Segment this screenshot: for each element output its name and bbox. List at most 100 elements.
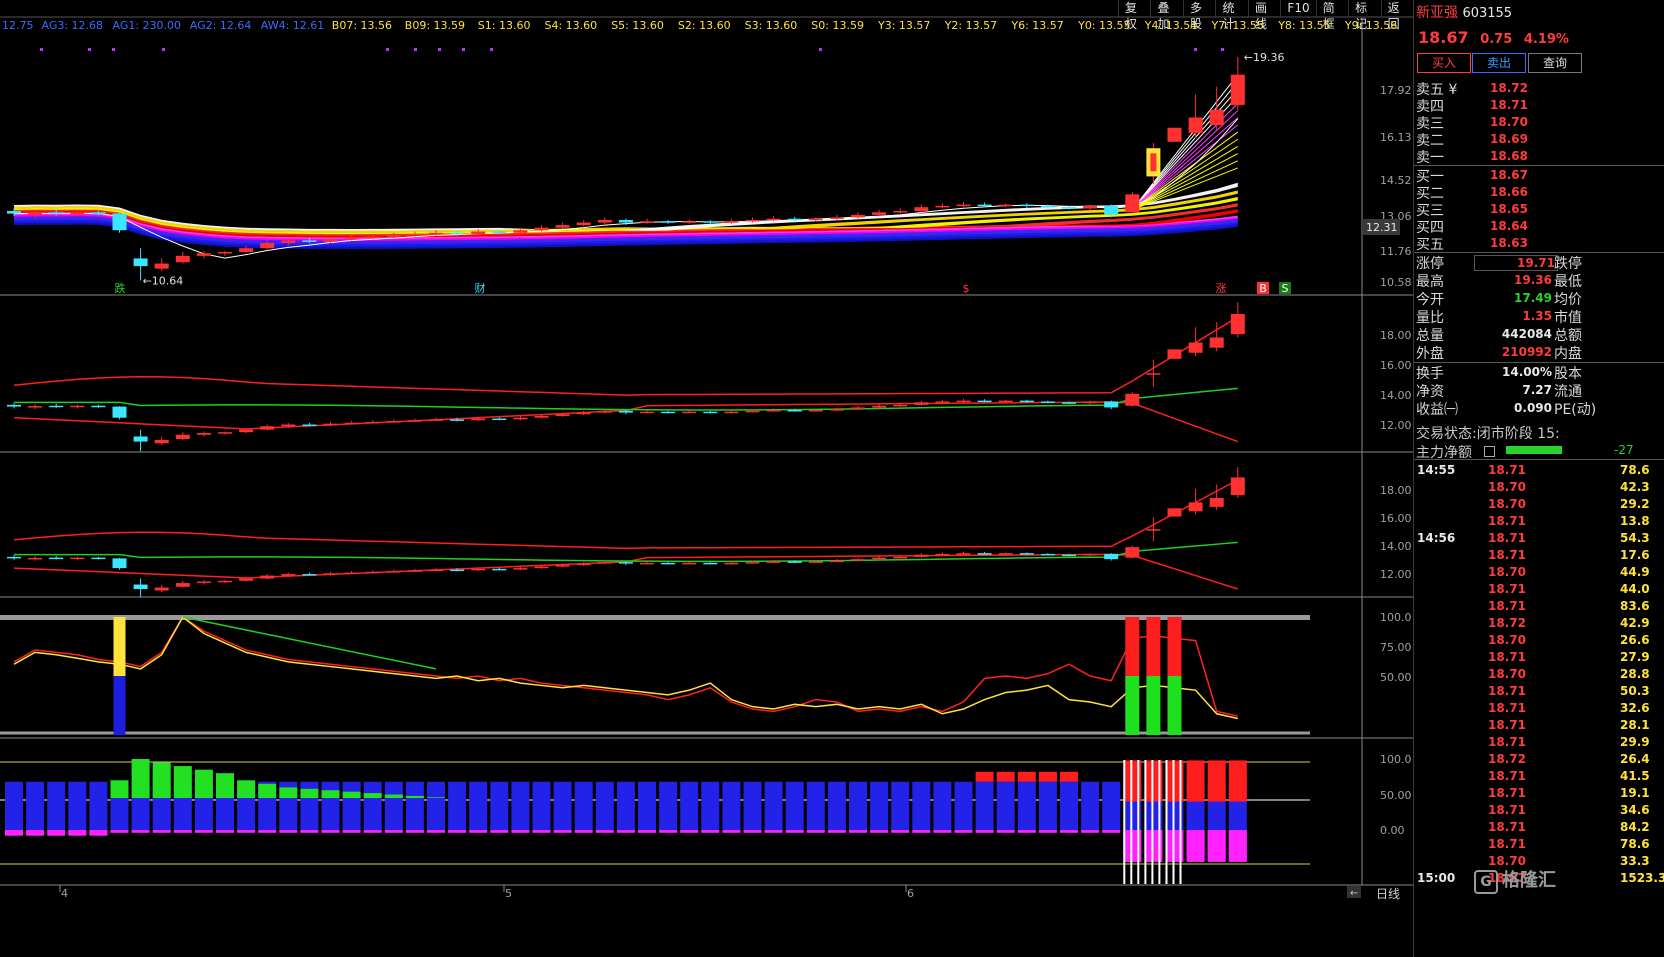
kline-chart[interactable]: ←19.36←10.64跌财 $ 涨 B S17.9216.1314.5213.0611… [0, 0, 1413, 957]
osc-bar-bottom [113, 676, 126, 735]
p5-red-bar [1060, 771, 1078, 782]
tick-volume: 19.1 [1620, 786, 1650, 800]
main-candle-body [7, 211, 21, 214]
p3-candle-body [576, 563, 591, 566]
p5-green-bar [342, 791, 361, 799]
p5-blue-bar [5, 781, 23, 830]
p5-blue-bar [384, 781, 403, 830]
p5-magenta-bar [131, 830, 150, 833]
signal-marker: $ [963, 282, 970, 295]
p2-candle-body [28, 406, 43, 408]
quote-sidebar: 新亚强 603155 18.67 0.75 4.19% 买入 卖出 查询 卖五 … [1413, 0, 1664, 957]
signal-marker: S [1282, 282, 1289, 295]
p5-green-bar [427, 797, 445, 799]
buy-button[interactable]: 买入 [1417, 53, 1471, 73]
watermark: G 格隆汇 [1474, 866, 1556, 894]
main-force-value: -27 [1614, 443, 1634, 457]
toolbar-item[interactable]: F10 [1280, 0, 1315, 17]
p2-candle-body [471, 418, 486, 421]
p5-blue-bar [363, 781, 382, 830]
toolbar-item[interactable]: 标记 [1348, 0, 1380, 31]
stat-value: 442084 [1501, 327, 1552, 341]
query-button[interactable]: 查询 [1528, 53, 1582, 73]
divider [1414, 459, 1664, 460]
divider [1414, 362, 1664, 363]
main-candle-body [239, 248, 254, 253]
p2-candle-body [429, 419, 443, 421]
main-candle-body [682, 221, 697, 223]
p5-blue-bar [1038, 781, 1057, 830]
bid-price[interactable]: 18.63 [1490, 236, 1528, 250]
y-tick-main: 16.13 [1380, 131, 1412, 144]
p5-y-tick: 100.0 [1380, 753, 1412, 766]
sell-button[interactable]: 卖出 [1472, 53, 1526, 73]
p5-blue-bar [1102, 781, 1121, 830]
p2-candle-body [1188, 342, 1203, 353]
osc-signal-bar-bottom [1146, 676, 1161, 735]
p5-magenta-bar [173, 830, 192, 833]
divider [1414, 252, 1664, 253]
chart-area[interactable]: ←19.36 ←10.64 跌财 $ 涨 B S 17.92 16.13 14.52 13.06 11… [0, 0, 1413, 957]
expand-icon[interactable] [1484, 446, 1495, 457]
tick-price: 18.72 [1488, 752, 1526, 766]
limit-up-candle-core [1150, 153, 1157, 172]
p2-candle-body [218, 432, 232, 434]
stat-label-2: 总额 [1554, 328, 1582, 344]
p2-candle-body [1230, 314, 1245, 335]
p5-blue-bar [1081, 781, 1100, 830]
p2-candle-body [1083, 401, 1098, 404]
toolbar-item[interactable]: 复权 [1118, 0, 1150, 31]
p3-candle-body [555, 565, 570, 567]
p2-candle-body [407, 420, 422, 422]
main-candle-body [977, 204, 992, 207]
p5-magenta-bar [448, 830, 467, 833]
x-tick-month: 4 [61, 887, 68, 900]
ask-price[interactable]: 18.70 [1490, 115, 1528, 129]
ask-price[interactable]: 18.71 [1490, 98, 1528, 112]
p2-candle-body [682, 411, 697, 414]
indicator-value: S5: 13.60 [611, 19, 664, 32]
ask-price[interactable]: 18.72 [1490, 81, 1528, 95]
signal-dot [1194, 48, 1197, 51]
p5-signal-magenta [1186, 830, 1205, 862]
toolbar-item[interactable]: 返回 [1380, 0, 1413, 31]
bid-price[interactable]: 18.67 [1490, 168, 1528, 182]
p3-candle-body [640, 562, 654, 565]
indicator-value: AW4: 12.61 [260, 19, 325, 32]
ask-price[interactable]: 18.69 [1490, 132, 1528, 146]
p5-magenta-bar [384, 830, 403, 833]
main-candle-body [302, 240, 317, 242]
p3-candle-body [260, 575, 275, 579]
p5-signal-red [1186, 760, 1205, 802]
p5-blue-bar [511, 781, 530, 830]
p2-candle-body [534, 415, 549, 418]
main-candle-body [724, 221, 739, 223]
p3-candle-body [808, 561, 823, 563]
toolbar-item[interactable]: 简框 [1315, 0, 1348, 31]
tick-volume: 41.5 [1620, 769, 1650, 783]
p2-y-tick: 16.00 [1380, 359, 1412, 372]
p3-candle-body [513, 568, 528, 570]
p5-magenta-bar [279, 830, 298, 833]
toolbar-item[interactable]: 统计 [1215, 0, 1247, 31]
p5-red-bar [996, 771, 1015, 782]
toolbar-item[interactable]: 多股 [1182, 0, 1215, 31]
signal-dot [490, 48, 493, 51]
p5-blue-bar [321, 781, 340, 830]
p3-candle-body [661, 562, 676, 565]
p5-blue-bar [405, 781, 424, 830]
p3-candle-body [745, 562, 760, 564]
p5-magenta-bar [1017, 830, 1036, 833]
ask-price[interactable]: 18.68 [1490, 149, 1528, 163]
p3-mid-band [14, 541, 1238, 563]
bid-price[interactable]: 18.64 [1490, 219, 1528, 233]
toolbar-item[interactable]: 画线 [1247, 0, 1280, 31]
bid-price[interactable]: 18.65 [1490, 202, 1528, 216]
p5-blue-bar [532, 781, 551, 830]
bid-price[interactable]: 18.66 [1490, 185, 1528, 199]
tick-volume: 44.0 [1620, 582, 1650, 596]
stat-label-2: 流通 [1554, 384, 1582, 400]
p3-candle-body [344, 572, 359, 575]
toolbar-item[interactable]: 叠加 [1150, 0, 1182, 31]
p2-candle-body [450, 419, 465, 421]
